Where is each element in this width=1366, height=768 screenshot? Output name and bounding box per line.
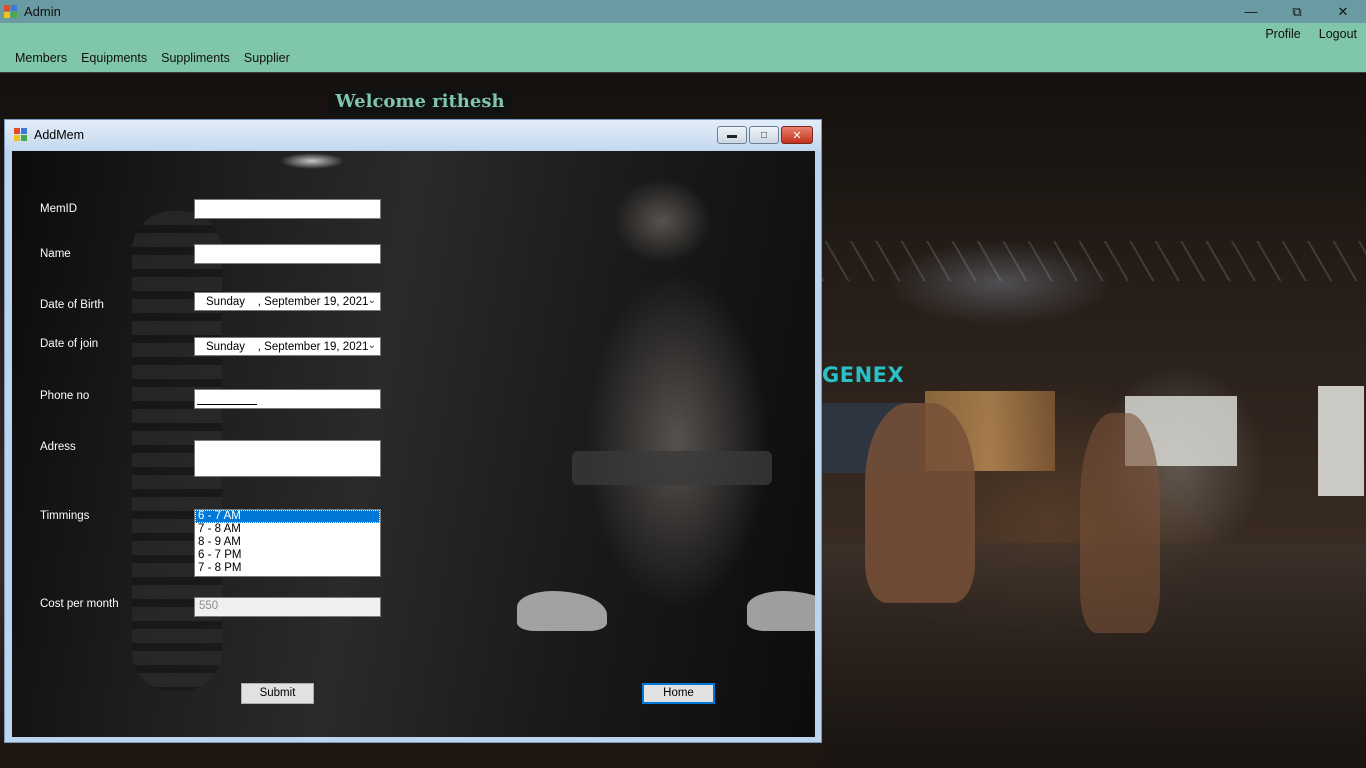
addmem-window: AddMem ▬ □ ✕ MemID Name Date of Birth Da… xyxy=(4,119,822,743)
app-icon xyxy=(4,4,18,19)
memid-label: MemID xyxy=(40,203,78,215)
dob-datepicker[interactable]: Sunday , September 19, 2021 ⌄ xyxy=(194,292,381,311)
maximize-icon[interactable]: □ xyxy=(749,126,779,144)
doj-datepicker[interactable]: Sunday , September 19, 2021 ⌄ xyxy=(194,337,381,356)
memid-input[interactable] xyxy=(194,199,381,219)
timings-label: Timmings xyxy=(40,510,90,522)
phone-label: Phone no xyxy=(40,390,90,402)
timings-option[interactable]: 6 - 7 PM xyxy=(195,549,380,562)
restore-icon[interactable]: ⧉ xyxy=(1274,0,1320,23)
chevron-down-icon[interactable]: ⌄ xyxy=(368,295,376,306)
minimize-icon[interactable]: ▬ xyxy=(717,126,747,144)
submit-button[interactable]: Submit xyxy=(241,683,314,704)
menu-item-suppliments[interactable]: Suppliments xyxy=(154,51,237,65)
welcome-banner: Welcome rithesh xyxy=(327,89,513,115)
background-bench xyxy=(572,451,772,485)
cost-input: 550 xyxy=(194,597,381,617)
dob-value: Sunday , September 19, 2021 xyxy=(206,295,369,308)
background-athlete xyxy=(1080,413,1160,633)
background-board xyxy=(1318,386,1364,496)
menu-item-supplier[interactable]: Supplier xyxy=(237,51,297,65)
close-icon[interactable]: ✕ xyxy=(781,126,813,144)
background-ceiling xyxy=(822,241,1366,281)
window-title: Admin xyxy=(24,4,61,19)
menu-item-logout[interactable]: Logout xyxy=(1310,27,1366,41)
addmem-client-area: MemID Name Date of Birth Date of join Ph… xyxy=(12,151,815,737)
background-shoe xyxy=(747,591,815,631)
cost-label: Cost per month xyxy=(40,598,119,610)
minimize-icon[interactable]: — xyxy=(1228,0,1274,23)
address-textarea[interactable] xyxy=(194,440,381,477)
doj-label: Date of join xyxy=(40,338,99,350)
timings-option[interactable]: 7 - 8 AM xyxy=(195,523,380,536)
background-shoe xyxy=(517,591,607,631)
mdi-background: GENEX Welcome rithesh AddMem ▬ □ ✕ MemID… xyxy=(0,72,1366,768)
menu-strip: Members Equipments Suppliments Supplier … xyxy=(0,23,1366,72)
name-label: Name xyxy=(40,248,71,260)
background-gym-sign: GENEX xyxy=(822,363,905,387)
phone-mask-underline xyxy=(197,404,257,405)
timings-listbox[interactable]: 6 - 7 AM 7 - 8 AM 8 - 9 AM 6 - 7 PM 7 - … xyxy=(194,509,381,577)
timings-option[interactable]: 7 - 8 PM xyxy=(195,562,380,575)
home-button[interactable]: Home xyxy=(642,683,715,704)
form-icon xyxy=(14,128,28,142)
close-icon[interactable]: ✕ xyxy=(1320,0,1366,23)
timings-option[interactable]: 6 - 7 AM xyxy=(195,510,380,523)
address-label: Adress xyxy=(40,441,76,453)
main-title-bar: Admin — ⧉ ✕ xyxy=(0,0,1366,23)
dob-label: Date of Birth xyxy=(40,299,104,311)
menu-item-profile[interactable]: Profile xyxy=(1256,27,1309,41)
menu-item-equipments[interactable]: Equipments xyxy=(74,51,154,65)
phone-masked-input[interactable] xyxy=(194,389,381,409)
addmem-title-bar: AddMem ▬ □ ✕ xyxy=(5,120,821,150)
addmem-title: AddMem xyxy=(34,128,85,142)
menu-item-members[interactable]: Members xyxy=(8,51,74,65)
name-input[interactable] xyxy=(194,244,381,264)
doj-value: Sunday , September 19, 2021 xyxy=(206,340,369,353)
background-athlete xyxy=(865,403,975,603)
chevron-down-icon[interactable]: ⌄ xyxy=(368,340,376,351)
timings-option[interactable]: 8 - 9 AM xyxy=(195,536,380,549)
